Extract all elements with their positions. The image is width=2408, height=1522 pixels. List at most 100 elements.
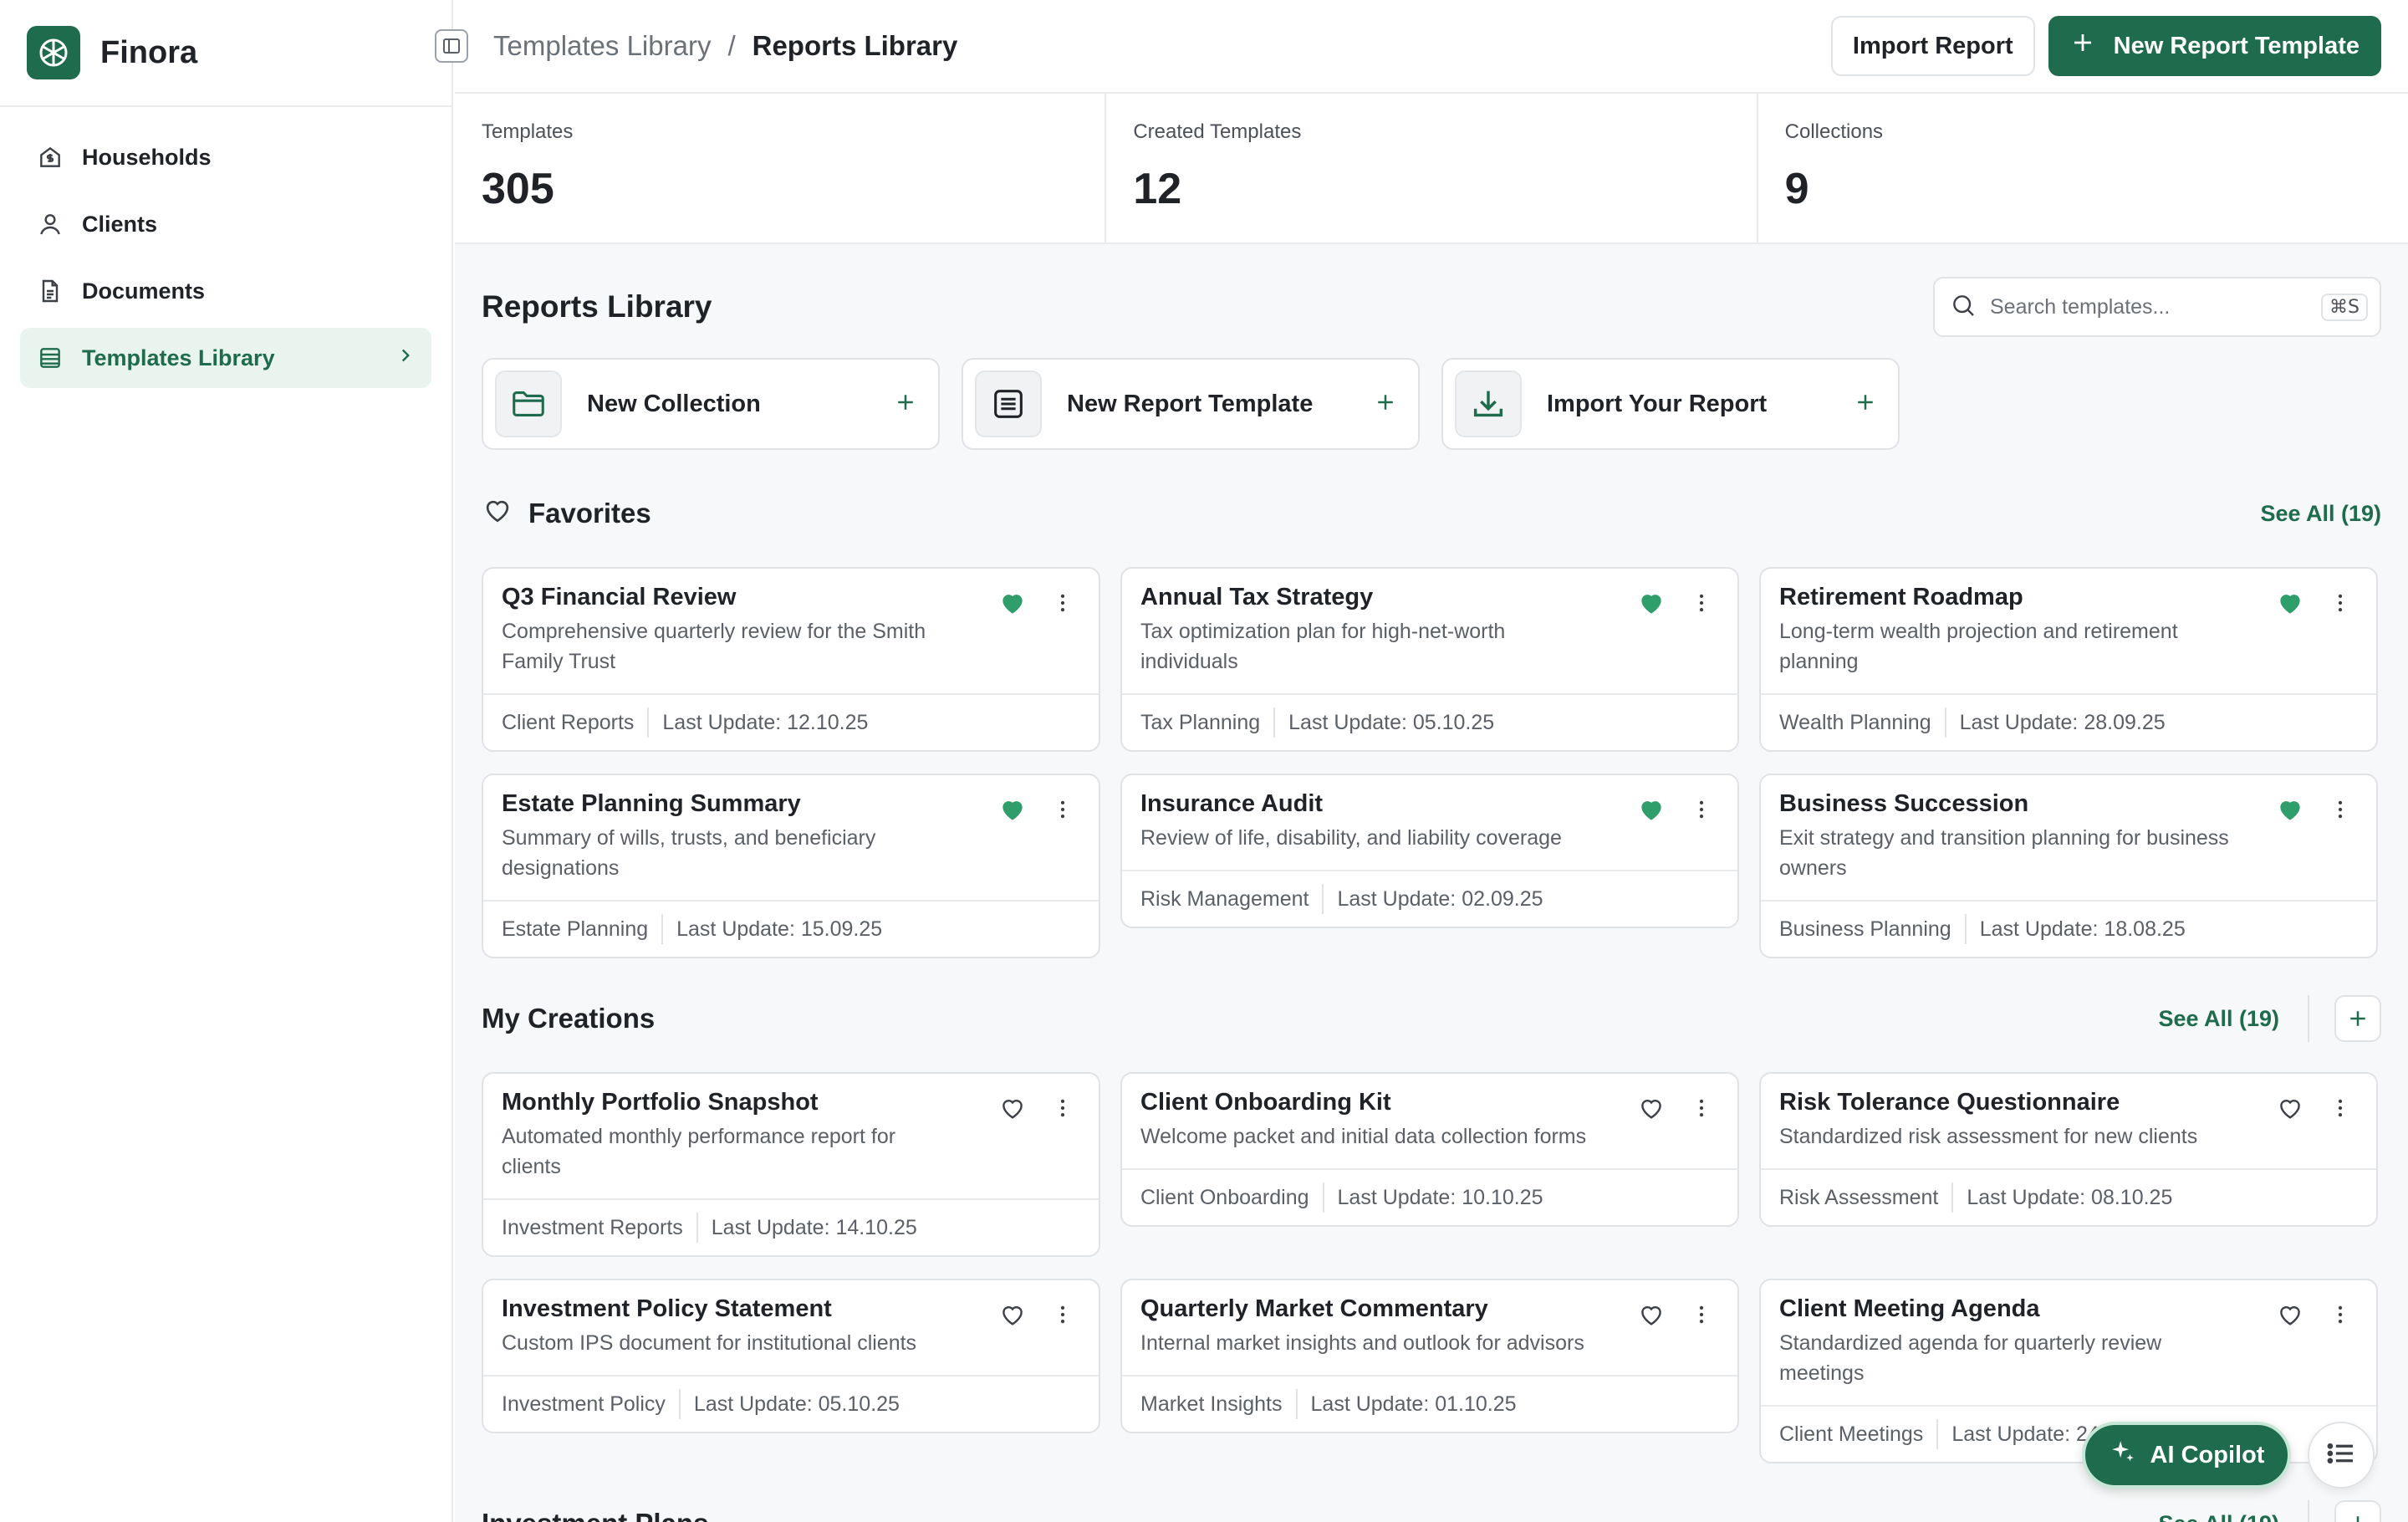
plus-icon [2070, 30, 2095, 62]
card-body: Monthly Portfolio Snapshot Automated mon… [483, 1074, 1099, 1200]
card-body: Investment Policy Statement Custom IPS d… [483, 1280, 1099, 1376]
template-card[interactable]: Business Succession Exit strategy and tr… [1759, 774, 2378, 958]
heart-outline-icon[interactable] [2276, 1094, 2304, 1126]
template-card[interactable]: Investment Policy Statement Custom IPS d… [482, 1279, 1100, 1433]
template-card[interactable]: Q3 Financial Review Comprehensive quarte… [482, 567, 1100, 752]
favorites-see-all-link[interactable]: See All (19) [2260, 501, 2381, 527]
ai-copilot-label: AI Copilot [2150, 1441, 2265, 1468]
template-card[interactable]: Risk Tolerance Questionnaire Standardize… [1759, 1072, 2378, 1227]
creations-title: My Creations [482, 1003, 655, 1034]
breadcrumb-separator: / [727, 30, 736, 61]
template-card[interactable]: Client Onboarding Kit Welcome packet and… [1120, 1072, 1739, 1227]
card-actions [2276, 589, 2353, 621]
card-description: Custom IPS document for institutional cl… [502, 1331, 917, 1355]
heart-outline-icon[interactable] [2276, 1300, 2304, 1333]
import-report-button[interactable]: Import Report [1830, 16, 2035, 76]
card-last-update: Last Update: 08.10.25 [1967, 1185, 2173, 1209]
card-last-update: Last Update: 05.10.25 [1288, 710, 1495, 734]
card-title: Quarterly Market Commentary [1140, 1295, 1488, 1322]
template-card[interactable]: Monthly Portfolio Snapshot Automated mon… [482, 1072, 1100, 1257]
more-vertical-icon[interactable] [1689, 1302, 1714, 1331]
investment-plans-see-all-link[interactable]: See All (19) [2158, 1511, 2279, 1522]
sidebar-item-templates-library[interactable]: Templates Library [20, 328, 431, 388]
stat-label: Collections [1784, 120, 1884, 143]
sidebar: Finora Households Clients Documents Temp… [0, 0, 453, 1522]
heart-filled-icon[interactable] [1637, 795, 1666, 828]
breadcrumb-item-reports-library: Reports Library [752, 30, 958, 61]
brand: Finora [0, 0, 452, 107]
sidebar-item-documents[interactable]: Documents [20, 261, 431, 321]
card-actions [2276, 1300, 2353, 1333]
heart-filled-icon[interactable] [2276, 589, 2304, 621]
more-vertical-icon[interactable] [2328, 797, 2353, 826]
template-list-icon [975, 370, 1042, 437]
divider [1936, 1419, 1939, 1449]
ai-copilot-button[interactable]: AI Copilot [2082, 1422, 2291, 1489]
card-description: Long-term wealth projection and retireme… [1779, 620, 2178, 673]
card-footer: Client Reports Last Update: 12.10.25 [483, 695, 1099, 750]
search-input[interactable] [1990, 294, 2322, 319]
list-menu-button[interactable] [2308, 1422, 2375, 1489]
template-card[interactable]: Estate Planning Summary Summary of wills… [482, 774, 1100, 958]
more-vertical-icon[interactable] [2328, 1302, 2353, 1331]
add-investment-plan-button[interactable] [2334, 1500, 2381, 1522]
breadcrumb-item-templates-library[interactable]: Templates Library [493, 30, 711, 62]
card-title: Client Onboarding Kit [1140, 1089, 1391, 1116]
divider [1951, 1182, 1954, 1213]
heart-filled-icon[interactable] [2276, 795, 2304, 828]
sidebar-item-clients[interactable]: Clients [20, 194, 431, 254]
card-last-update: Last Update: 05.10.25 [693, 1392, 900, 1416]
stat-value: 9 [1784, 165, 1809, 213]
more-vertical-icon[interactable] [2328, 590, 2353, 620]
section-title-text: Favorites [528, 498, 651, 529]
house-dollar-icon [35, 142, 65, 172]
page-title: Reports Library [482, 289, 712, 324]
heart-filled-icon[interactable] [998, 795, 1027, 828]
section-title-text: Investment Plans [482, 1508, 708, 1522]
template-card[interactable]: Insurance Audit Review of life, disabili… [1120, 774, 1739, 928]
card-actions [1637, 1094, 1714, 1126]
header-actions: Import Report New Report Template [1830, 16, 2381, 76]
card-body: Risk Tolerance Questionnaire Standardize… [1761, 1074, 2376, 1170]
more-vertical-icon[interactable] [1689, 590, 1714, 620]
card-actions [1637, 795, 1714, 828]
search-icon [1950, 292, 1977, 323]
more-vertical-icon[interactable] [1050, 797, 1075, 826]
favorites-title: Favorites [482, 494, 651, 533]
card-category: Client Onboarding [1140, 1185, 1309, 1209]
more-vertical-icon[interactable] [1689, 797, 1714, 826]
chevron-right-icon [395, 345, 416, 372]
new-report-template-card[interactable]: New Report Template [962, 358, 1420, 450]
new-report-template-button[interactable]: New Report Template [2048, 16, 2381, 76]
card-footer: Client Onboarding Last Update: 10.10.25 [1122, 1170, 1737, 1225]
more-vertical-icon[interactable] [1050, 1096, 1075, 1125]
more-vertical-icon[interactable] [1689, 1096, 1714, 1125]
more-vertical-icon[interactable] [1050, 590, 1075, 620]
heart-outline-icon[interactable] [998, 1300, 1027, 1333]
sidebar-toggle-icon[interactable] [435, 29, 468, 63]
card-description: Exit strategy and transition planning fo… [1779, 826, 2229, 880]
heart-outline-icon[interactable] [1637, 1300, 1666, 1333]
sidebar-item-households[interactable]: Households [20, 127, 431, 187]
new-collection-card[interactable]: New Collection [482, 358, 940, 450]
card-actions [1637, 589, 1714, 621]
heart-filled-icon[interactable] [998, 589, 1027, 621]
finora-logo-icon[interactable] [27, 26, 80, 79]
stat-templates: Templates 305 [455, 94, 1107, 243]
more-vertical-icon[interactable] [1050, 1302, 1075, 1331]
template-card[interactable]: Retirement Roadmap Long-term wealth proj… [1759, 567, 2378, 752]
user-icon [35, 209, 65, 239]
divider [2308, 995, 2309, 1042]
heart-outline-icon[interactable] [998, 1094, 1027, 1126]
template-card[interactable]: Quarterly Market Commentary Internal mar… [1120, 1279, 1739, 1433]
heart-outline-icon [482, 494, 513, 533]
heart-filled-icon[interactable] [1637, 589, 1666, 621]
more-vertical-icon[interactable] [2328, 1096, 2353, 1125]
template-card[interactable]: Annual Tax Strategy Tax optimization pla… [1120, 567, 1739, 752]
card-category: Tax Planning [1140, 710, 1261, 734]
sidebar-item-label: Documents [82, 278, 206, 304]
import-your-report-card[interactable]: Import Your Report [1441, 358, 1900, 450]
creations-see-all-link[interactable]: See All (19) [2158, 1006, 2279, 1032]
add-creation-button[interactable] [2334, 995, 2381, 1042]
heart-outline-icon[interactable] [1637, 1094, 1666, 1126]
